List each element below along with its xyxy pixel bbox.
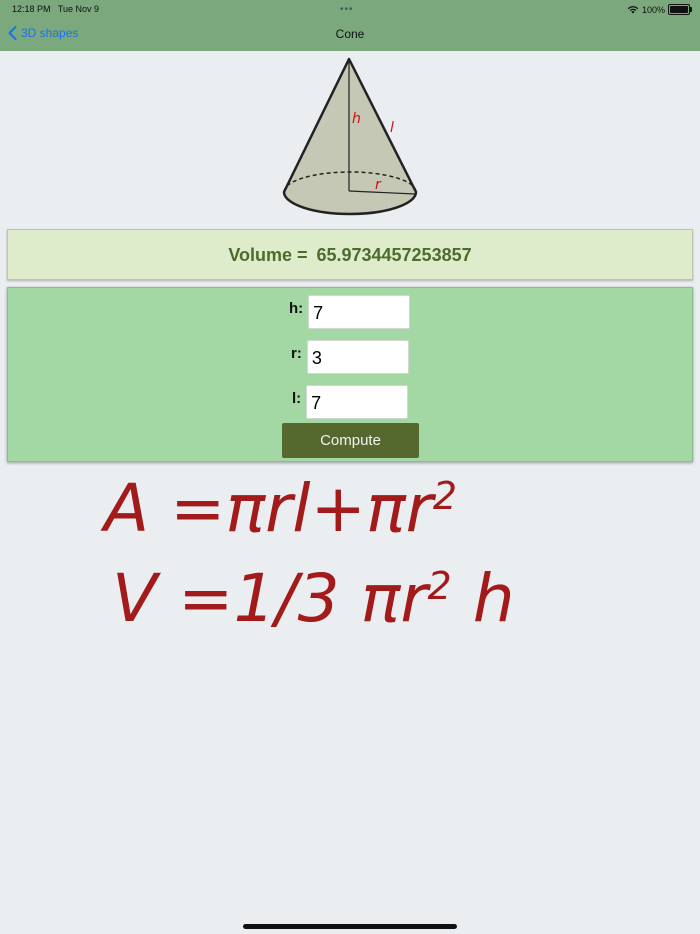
compute-button[interactable]: Compute xyxy=(282,423,419,458)
row-l: l: 7 xyxy=(292,385,409,419)
area-lhs: A xyxy=(104,470,150,547)
r-input[interactable]: 3 xyxy=(306,340,409,374)
battery-percent: 100% xyxy=(641,4,665,15)
battery-icon xyxy=(668,4,692,15)
l-label: l: xyxy=(292,389,302,407)
volume-value: 65.9734457253857 xyxy=(316,245,472,265)
row-h: h: 7 xyxy=(289,295,411,329)
volume-rhs: =1/3 πr xyxy=(178,560,428,637)
r-label: r: xyxy=(291,344,302,362)
label-h: h xyxy=(352,111,361,127)
l-input[interactable]: 7 xyxy=(306,385,409,419)
volume-result-panel: Volume = 65.9734457253857 xyxy=(7,229,693,280)
status-date: Tue Nov 9 xyxy=(57,4,100,14)
area-formula: A =πrl+πr2 xyxy=(104,470,457,547)
volume-tail: h xyxy=(472,560,515,637)
row-r: r: 3 xyxy=(291,340,409,374)
status-time-date: 12:18 PM Tue Nov 9 xyxy=(12,4,99,14)
label-l: l xyxy=(390,120,394,136)
volume-lhs: V xyxy=(112,560,158,637)
navigation-bar: 12:18 PM Tue Nov 9 ••• 100% 3D shapes Co… xyxy=(0,0,700,51)
volume-label: Volume = xyxy=(228,245,308,265)
volume-exponent: 2 xyxy=(427,564,452,608)
volume-formula: V =1/3 πr2 h xyxy=(112,560,515,637)
area-exponent: 2 xyxy=(432,474,458,518)
status-time: 12:18 PM xyxy=(12,4,51,14)
home-indicator[interactable] xyxy=(243,924,457,929)
page-title: Cone xyxy=(335,27,365,41)
h-label: h: xyxy=(289,299,304,317)
area-rhs: =πrl+πr xyxy=(170,470,433,547)
wifi-icon xyxy=(627,6,639,14)
cone-diagram: h l r xyxy=(282,57,418,216)
h-input[interactable]: 7 xyxy=(308,295,411,329)
status-right: 100% xyxy=(627,4,692,15)
multitask-dots-icon[interactable]: ••• xyxy=(340,4,354,15)
input-form: h: 7 r: 3 l: 7 Compute xyxy=(7,287,693,462)
